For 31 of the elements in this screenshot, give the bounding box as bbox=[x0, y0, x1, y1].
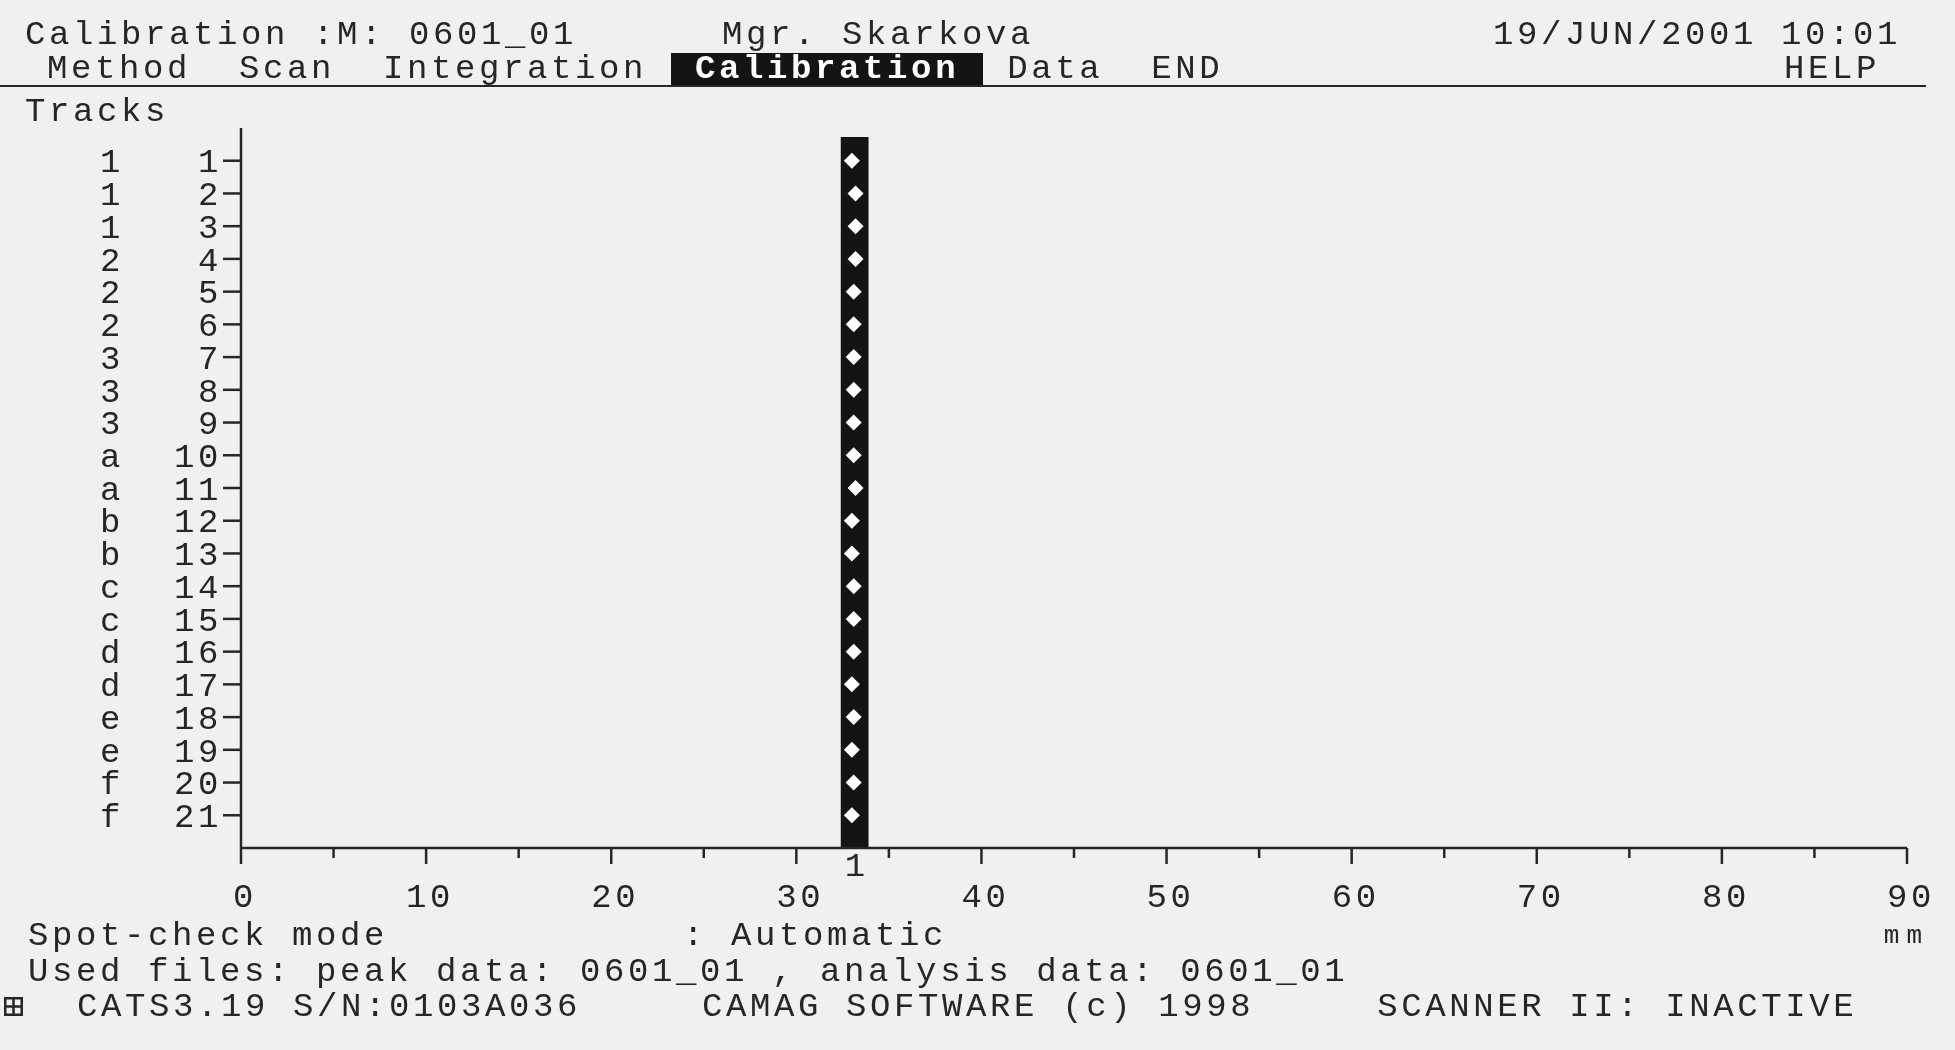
axis-tick-label: 20 bbox=[591, 879, 640, 915]
sample-label: f bbox=[100, 798, 124, 837]
menu-tab[interactable]: Integration bbox=[359, 53, 672, 85]
help-menu-item[interactable]: HELP bbox=[1760, 53, 1904, 85]
user-name: Mgr. Skarkova bbox=[722, 18, 1035, 52]
axis-tick-label: 70 bbox=[1516, 879, 1565, 915]
axis-tick-label: 50 bbox=[1146, 879, 1195, 915]
axis-unit-label: mm bbox=[1883, 923, 1929, 949]
squared-plus-icon bbox=[4, 997, 23, 1016]
menu-tab[interactable]: Scan bbox=[215, 53, 360, 85]
version-info: CATS3.19 S/N:0103A036 bbox=[77, 989, 582, 1024]
setting-label: Spot-check mode bbox=[28, 919, 389, 953]
date-time: 19/JUN/2001 10:01 bbox=[1492, 18, 1901, 52]
axis-tick-label: 60 bbox=[1331, 879, 1380, 915]
setting-value: : Automatic bbox=[683, 919, 948, 953]
axis-tick-label: 10 bbox=[406, 879, 455, 915]
menu-tab[interactable]: Calibration bbox=[671, 53, 984, 85]
menu-tab[interactable]: Method bbox=[23, 53, 216, 85]
axis-tick-label: 40 bbox=[961, 879, 1010, 915]
axis-tick-label: 30 bbox=[776, 879, 825, 915]
screen-title: Calibration :M: 0601_01 bbox=[25, 18, 578, 52]
band-label: 1 bbox=[844, 848, 869, 886]
used-files-text: Used files: peak data: 0601_01 , analysis data: 0601_01 bbox=[28, 954, 1349, 989]
menu-tab[interactable]: Data bbox=[983, 53, 1128, 85]
axis-tick-label: 80 bbox=[1701, 879, 1750, 915]
scanner-status: SCANNER II: INACTIVE bbox=[1377, 989, 1858, 1024]
axis-tick-label: 0 bbox=[233, 879, 257, 915]
axis-tick-label: 90 bbox=[1887, 879, 1935, 915]
copyright-text: CAMAG SOFTWARE (c) 1998 bbox=[702, 989, 1255, 1024]
menu-tab[interactable]: END bbox=[1127, 53, 1248, 85]
axis-title: Tracks bbox=[25, 93, 170, 131]
